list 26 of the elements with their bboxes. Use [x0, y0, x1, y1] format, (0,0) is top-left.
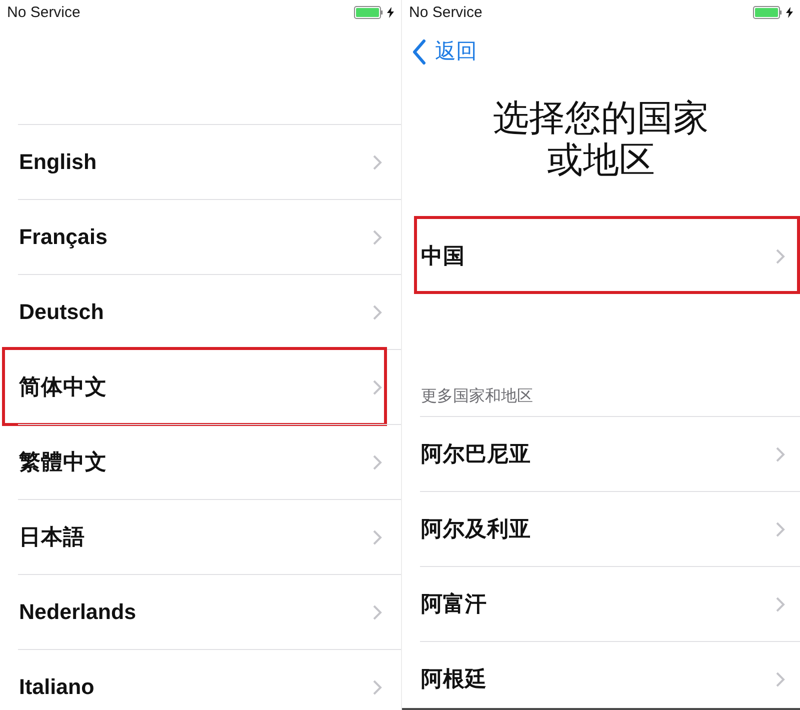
- chevron-right-icon: [373, 155, 382, 170]
- chevron-right-icon: [776, 447, 785, 462]
- back-button[interactable]: 返回: [412, 38, 477, 64]
- chevron-right-icon: [776, 672, 785, 687]
- chevron-right-icon: [776, 597, 785, 612]
- chevron-right-icon: [373, 605, 382, 620]
- battery-charging-icon: [753, 6, 795, 19]
- chevron-right-icon: [373, 380, 382, 395]
- region-item[interactable]: 阿富汗: [420, 566, 800, 641]
- chevron-right-icon: [776, 522, 785, 537]
- chevron-right-icon: [373, 680, 382, 695]
- chevron-right-icon: [373, 230, 382, 245]
- region-item[interactable]: 阿尔及利亚: [420, 491, 800, 566]
- page-title: 选择您的国家或地区: [492, 97, 710, 181]
- carrier-label: No Service: [409, 4, 482, 22]
- region-item[interactable]: 阿尔巴尼亚: [420, 416, 800, 491]
- carrier-label: No Service: [7, 4, 80, 22]
- chevron-right-icon: [373, 530, 382, 545]
- section-header: 更多国家和地区: [421, 388, 534, 406]
- chevron-right-icon: [373, 305, 382, 320]
- chevron-right-icon: [373, 455, 382, 470]
- region-item[interactable]: 中国: [420, 218, 800, 293]
- chevron-left-icon: [412, 38, 426, 64]
- region-item[interactable]: 阿根廷: [420, 641, 800, 708]
- battery-charging-icon: [354, 6, 396, 19]
- chevron-right-icon: [776, 249, 785, 264]
